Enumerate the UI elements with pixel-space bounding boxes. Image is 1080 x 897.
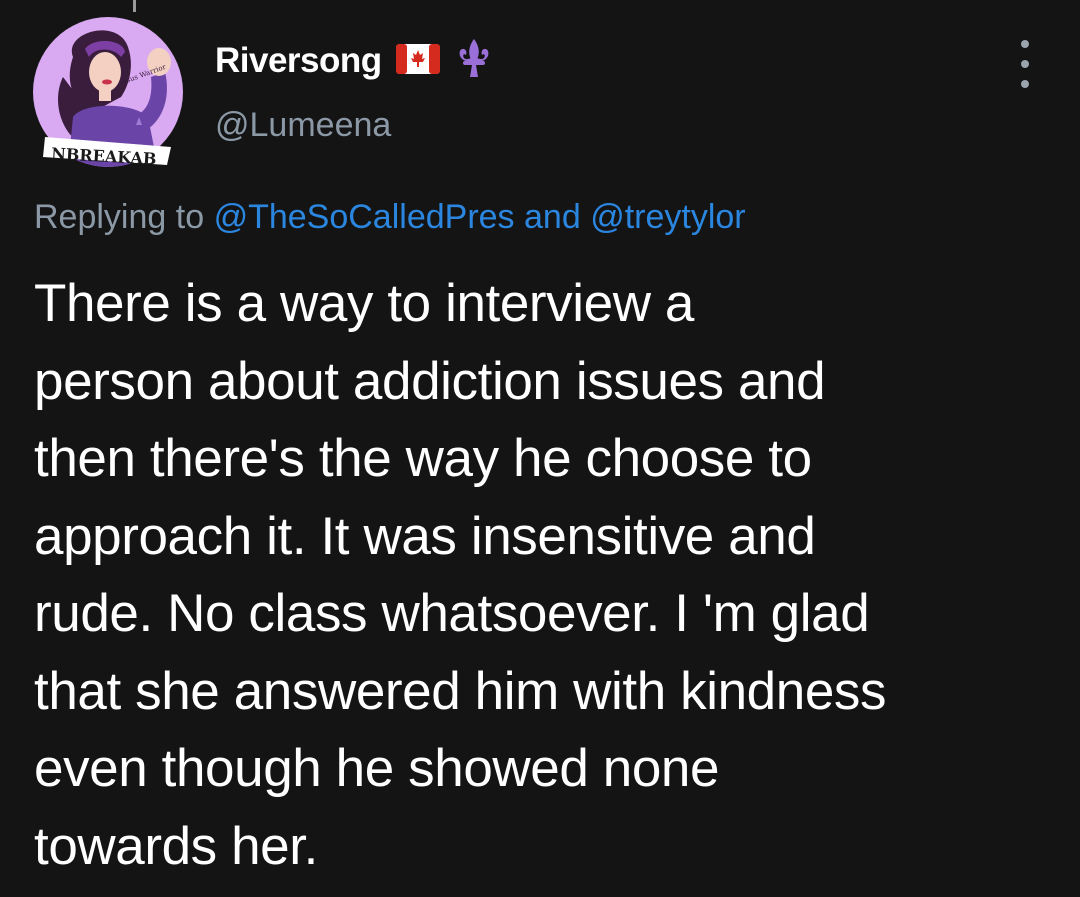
author-name-row: Riversong xyxy=(215,36,494,86)
reply-conjunction: and xyxy=(524,198,581,236)
reply-mention-2[interactable]: @treytylor xyxy=(590,198,745,236)
top-divider-tick xyxy=(133,0,136,12)
author-handle[interactable]: @Lumeena xyxy=(215,106,391,145)
vertical-ellipsis-icon xyxy=(1021,40,1029,48)
replying-to-prefix: Replying to xyxy=(34,198,205,236)
display-name[interactable]: Riversong xyxy=(215,41,382,81)
fleur-de-lis-icon xyxy=(454,37,494,86)
tweet-line: even though he showed none xyxy=(34,739,720,798)
avatar-image: Jesus Warrior NBREAKAB xyxy=(33,17,183,167)
tweet-line: towards her. xyxy=(34,816,318,876)
reply-mention-1[interactable]: @TheSoCalledPres xyxy=(214,198,515,236)
tweet-line: person about addiction issues and xyxy=(34,351,826,411)
canada-flag-icon xyxy=(395,43,440,79)
tweet-text: There is a way to interview a person abo… xyxy=(34,265,1074,885)
replying-to-line: Replying to @TheSoCalledPres and @treyty… xyxy=(34,198,746,237)
tweet-line: There is a way to interview a xyxy=(34,274,695,333)
tweet-line: then there's the way he choose to xyxy=(34,429,812,488)
avatar[interactable]: Jesus Warrior NBREAKAB xyxy=(33,17,183,167)
tweet-line: rude. No class whatsoever. I 'm glad xyxy=(34,584,870,643)
tweet-line: that she answered him with kindness xyxy=(34,661,887,721)
more-options-button[interactable] xyxy=(1010,40,1040,88)
tweet-line: approach it. It was insensitive and xyxy=(34,506,816,566)
